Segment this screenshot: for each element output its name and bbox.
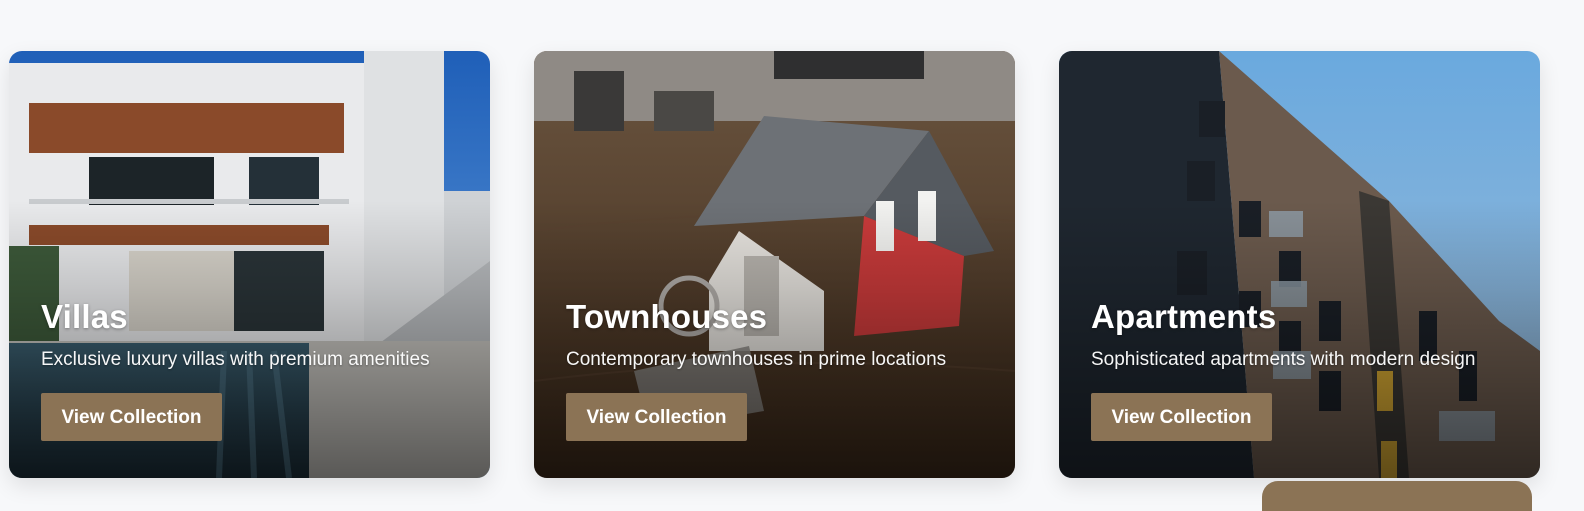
card-title: Townhouses bbox=[566, 298, 768, 335]
card-content: Apartments Sophisticated apartments with… bbox=[1091, 298, 1520, 441]
collection-card-villas[interactable]: Villas Exclusive luxury villas with prem… bbox=[9, 51, 490, 478]
floating-button-edge[interactable] bbox=[1262, 481, 1532, 511]
card-content: Townhouses Contemporary townhouses in pr… bbox=[566, 298, 995, 441]
view-collection-button[interactable]: View Collection bbox=[1091, 393, 1272, 441]
card-title: Apartments bbox=[1091, 298, 1277, 335]
collection-card-townhouses[interactable]: Townhouses Contemporary townhouses in pr… bbox=[534, 51, 1015, 478]
card-title: Villas bbox=[41, 298, 128, 335]
view-collection-button[interactable]: View Collection bbox=[566, 393, 747, 441]
view-collection-button[interactable]: View Collection bbox=[41, 393, 222, 441]
card-description: Contemporary townhouses in prime locatio… bbox=[566, 349, 947, 370]
card-content: Villas Exclusive luxury villas with prem… bbox=[41, 298, 470, 441]
card-description: Sophisticated apartments with modern des… bbox=[1091, 349, 1476, 370]
collection-card-apartments[interactable]: Apartments Sophisticated apartments with… bbox=[1059, 51, 1540, 478]
card-description: Exclusive luxury villas with premium ame… bbox=[41, 349, 430, 370]
collections-grid: Villas Exclusive luxury villas with prem… bbox=[9, 51, 1540, 478]
